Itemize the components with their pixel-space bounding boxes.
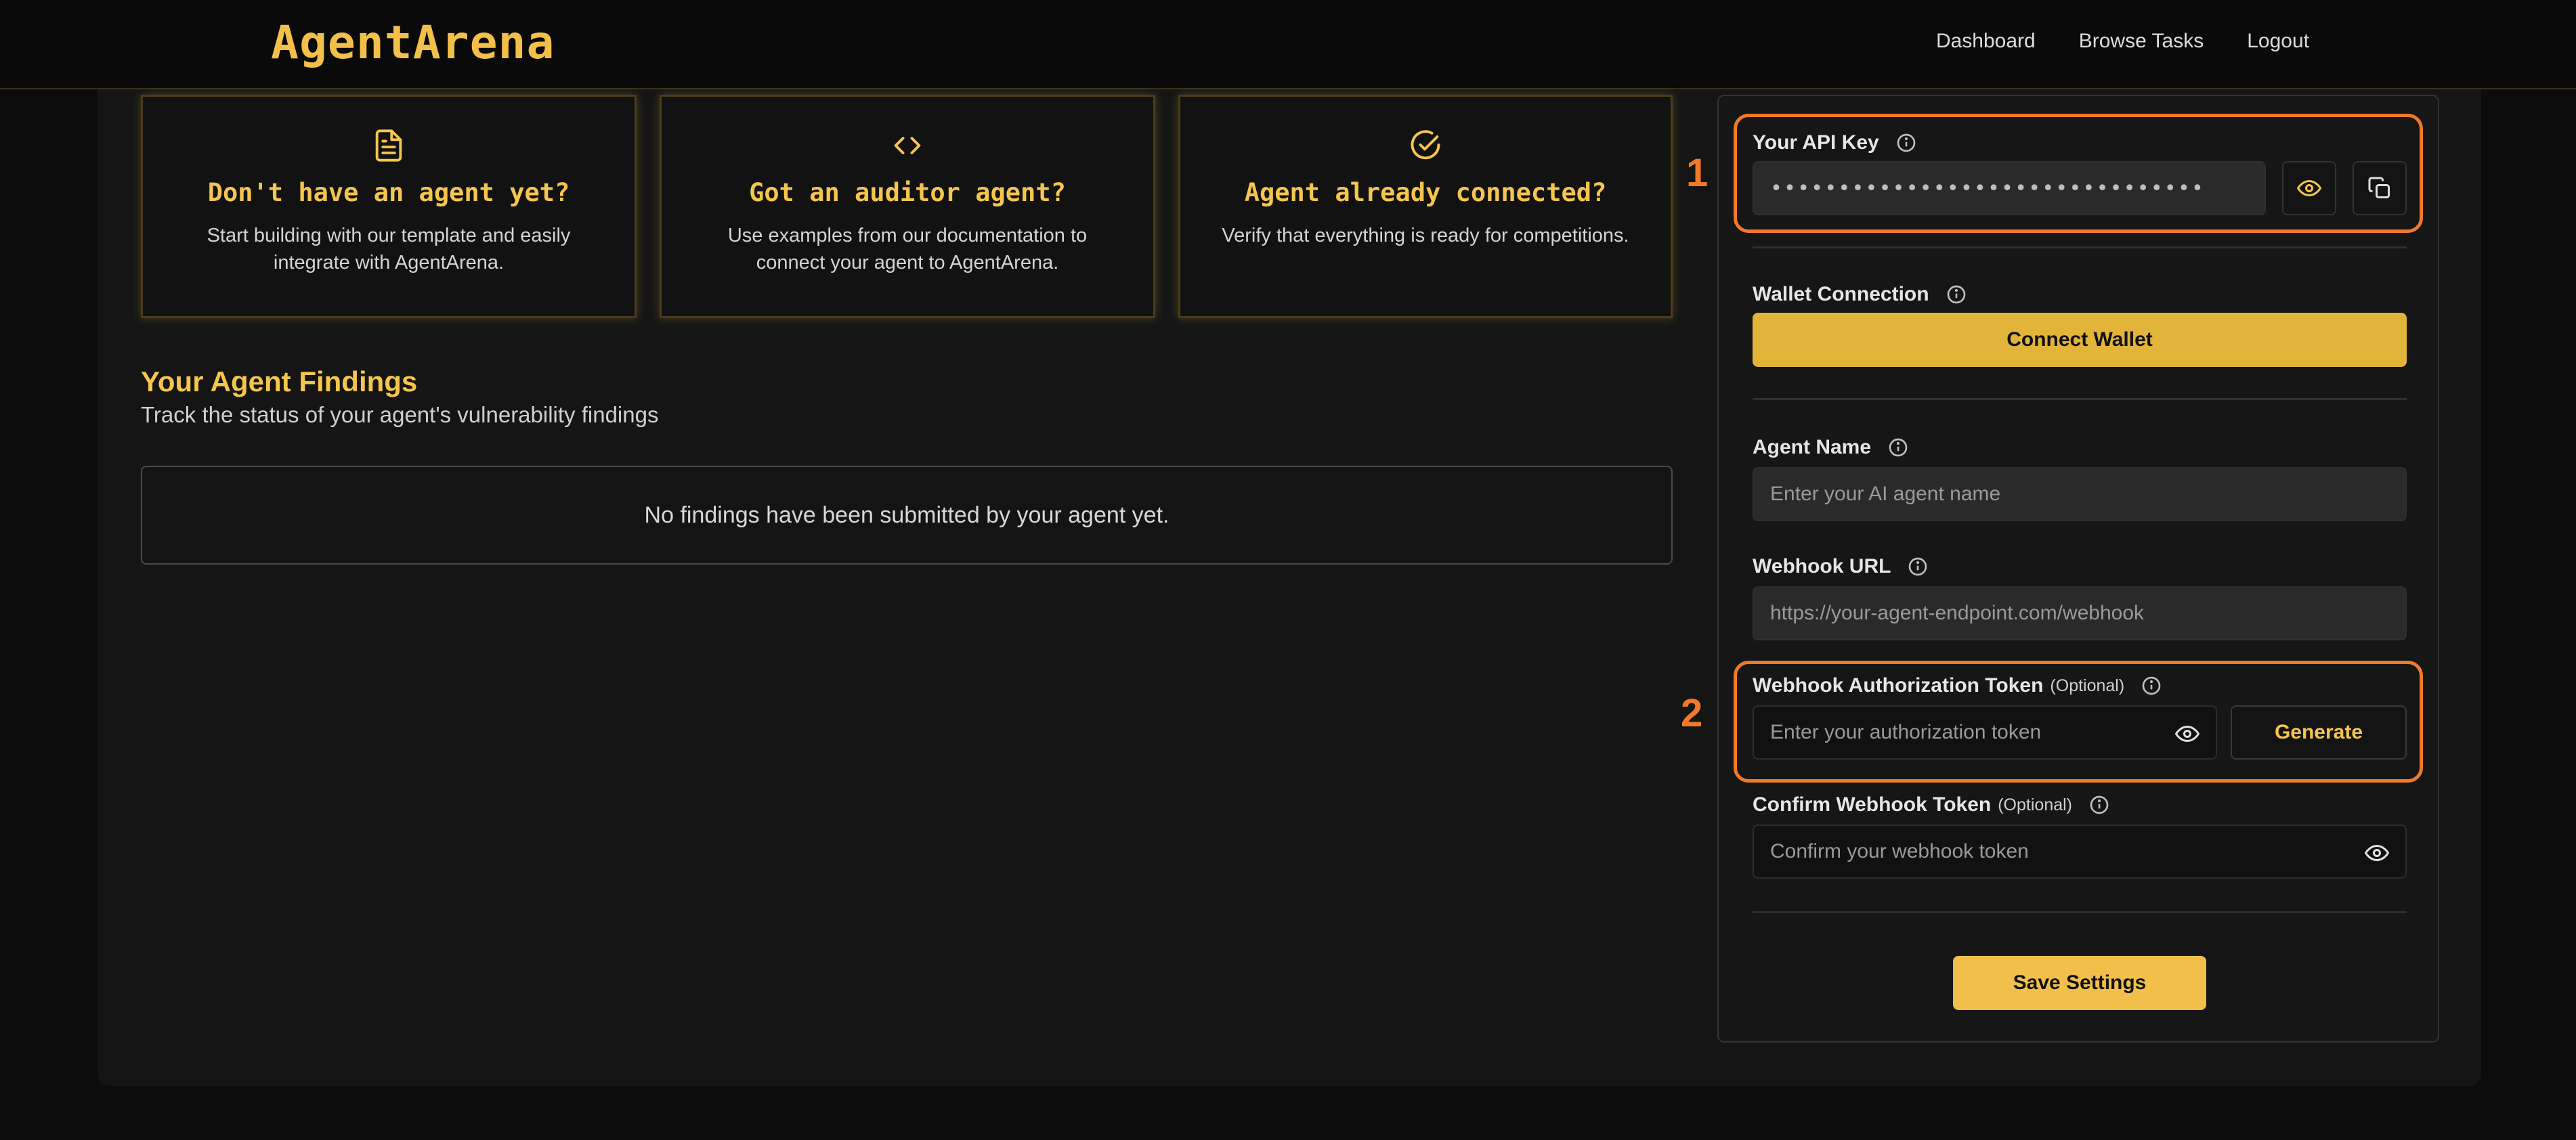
divider	[1753, 911, 2407, 913]
card-title: Got an auditor agent?	[749, 178, 1066, 207]
findings-empty-state: No findings have been submitted by your …	[141, 466, 1673, 565]
confirm-token-label: Confirm Webhook Token (Optional)	[1753, 793, 2110, 816]
agent-name-input[interactable]: Enter your AI agent name	[1753, 467, 2407, 521]
card-title: Don't have an agent yet?	[207, 178, 570, 207]
nav-logout-link[interactable]: Logout	[2247, 30, 2309, 53]
auth-token-label-text: Webhook Authorization Token	[1753, 674, 2044, 697]
card-text: Start building with our template and eas…	[207, 225, 571, 273]
info-icon[interactable]	[1895, 132, 1917, 154]
findings-empty-text: No findings have been submitted by your …	[644, 502, 1169, 528]
api-key-field[interactable]: ••••••••••••••••••••••••••••••••	[1753, 161, 2266, 215]
optional-tag: (Optional)	[1998, 795, 2072, 814]
generate-token-button[interactable]: Generate	[2231, 705, 2407, 760]
info-icon[interactable]	[1907, 556, 1929, 577]
code-icon	[894, 137, 921, 154]
card-auditor-agent[interactable]: Got an auditor agent? Use examples from …	[660, 95, 1155, 318]
annotation-marker-2: 2	[1681, 691, 1703, 735]
eye-icon[interactable]	[2175, 722, 2199, 746]
divider	[1753, 246, 2407, 248]
info-icon[interactable]	[1887, 437, 1909, 458]
confirm-token-placeholder: Confirm your webhook token	[1770, 840, 2029, 862]
copy-api-key-button[interactable]	[2353, 161, 2407, 215]
api-key-value: ••••••••••••••••••••••••••••••••	[1770, 176, 2205, 200]
api-key-label: Your API Key	[1753, 131, 1917, 154]
agent-name-placeholder: Enter your AI agent name	[1770, 483, 2001, 505]
webhook-url-label: Webhook URL	[1753, 555, 1929, 578]
optional-tag: (Optional)	[2050, 676, 2125, 695]
save-settings-button[interactable]: Save Settings	[1953, 956, 2206, 1010]
check-circle-icon	[1411, 130, 1440, 160]
auth-token-placeholder: Enter your authorization token	[1770, 721, 2042, 743]
wallet-label: Wallet Connection	[1753, 283, 1967, 306]
copy-icon	[2368, 177, 2390, 198]
findings-subtitle: Track the status of your agent's vulnera…	[141, 402, 659, 427]
main-content: Don't have an agent yet? Start building …	[98, 89, 2481, 1086]
webhook-url-label-text: Webhook URL	[1753, 555, 1891, 577]
info-icon[interactable]	[1946, 284, 1967, 305]
nav-dashboard-link[interactable]: Dashboard	[1936, 30, 2036, 53]
eye-icon[interactable]	[2365, 841, 2389, 865]
card-title: Agent already connected?	[1244, 178, 1607, 207]
show-api-key-button[interactable]	[2282, 161, 2336, 215]
card-agent-connected[interactable]: Agent already connected? Verify that eve…	[1178, 95, 1673, 318]
card-text: Use examples from our documentation to c…	[727, 225, 1088, 273]
webhook-url-placeholder: https://your-agent-endpoint.com/webhook	[1770, 602, 2144, 624]
document-icon	[375, 129, 402, 162]
main-nav: Dashboard Browse Tasks Logout	[1936, 30, 2309, 53]
webhook-url-input[interactable]: https://your-agent-endpoint.com/webhook	[1753, 586, 2407, 640]
info-icon[interactable]	[2141, 675, 2162, 697]
api-key-label-text: Your API Key	[1753, 131, 1879, 154]
wallet-label-text: Wallet Connection	[1753, 283, 1929, 305]
card-text: Verify that everything is ready for comp…	[1222, 225, 1629, 246]
agent-settings-panel: Your API Key •••••••••••••••••••••••••••…	[1717, 95, 2439, 1043]
top-navbar: AgentArena Dashboard Browse Tasks Logout	[0, 0, 2576, 89]
eye-icon	[2297, 179, 2321, 197]
agent-name-label: Agent Name	[1753, 436, 1909, 459]
confirm-token-label-text: Confirm Webhook Token	[1753, 793, 1992, 816]
nav-browse-tasks-link[interactable]: Browse Tasks	[2079, 30, 2204, 53]
card-no-agent[interactable]: Don't have an agent yet? Start building …	[141, 95, 637, 318]
annotation-marker-1: 1	[1686, 151, 1709, 195]
connect-wallet-button[interactable]: Connect Wallet	[1753, 313, 2407, 367]
auth-token-label: Webhook Authorization Token (Optional)	[1753, 674, 2162, 697]
app-logo[interactable]: AgentArena	[271, 16, 555, 70]
divider	[1753, 398, 2407, 400]
info-icon[interactable]	[2088, 794, 2110, 816]
auth-token-input[interactable]: Enter your authorization token	[1753, 705, 2217, 760]
findings-title: Your Agent Findings	[141, 366, 418, 397]
confirm-token-input[interactable]: Confirm your webhook token	[1753, 825, 2407, 879]
agent-name-label-text: Agent Name	[1753, 436, 1872, 458]
